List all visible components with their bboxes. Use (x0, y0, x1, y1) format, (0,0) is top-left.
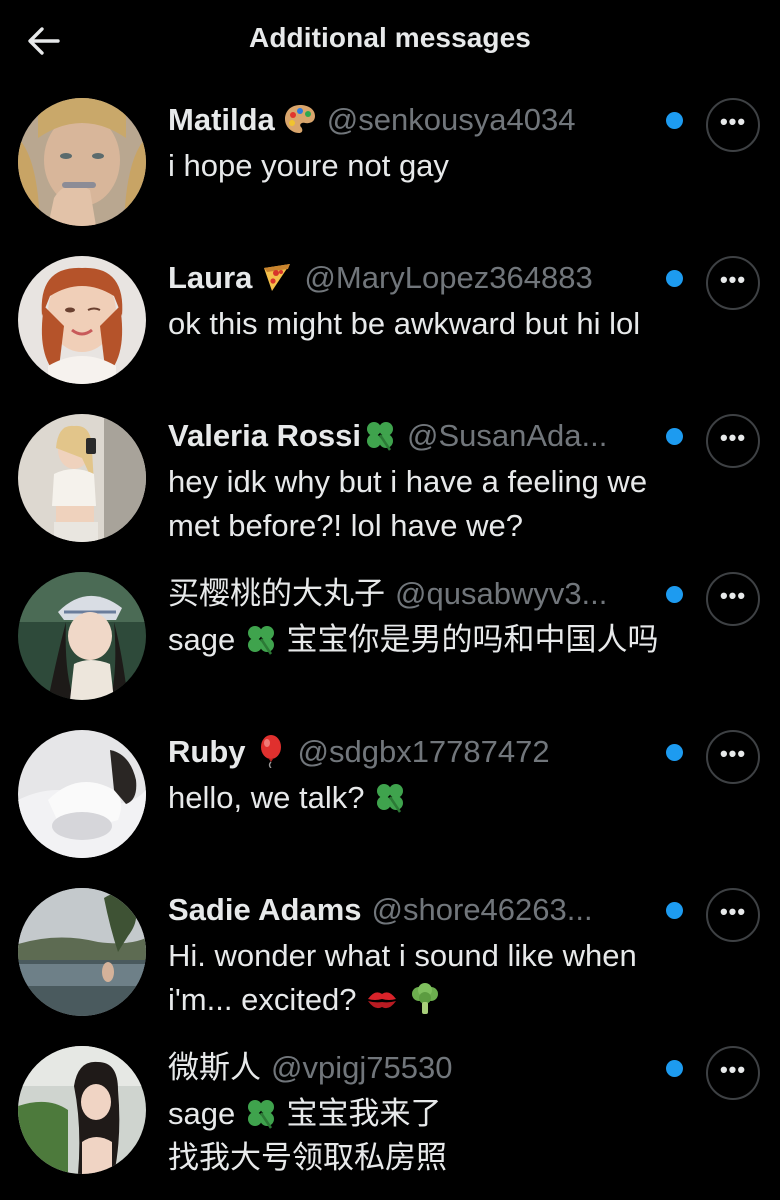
avatar[interactable] (18, 730, 146, 858)
sender-line: Matilda @senkousya4034 (168, 100, 658, 140)
four-leaf-clover-icon (373, 780, 407, 814)
unread-dot (666, 744, 683, 761)
message-text: sage (168, 622, 236, 657)
sender-name: Sadie Adams (168, 892, 362, 927)
four-leaf-clover-icon (244, 622, 278, 656)
message-row[interactable]: 买樱桃的大丸子 @qusabwyv3... sage 宝宝你是男的吗和中国人吗 •… (0, 562, 780, 720)
unread-dot (666, 270, 683, 287)
broccoli-icon (408, 982, 442, 1016)
sender-name: Matilda (168, 102, 275, 137)
sender-name: Valeria Rossi (168, 418, 362, 453)
sender-name: 微斯人 (168, 1050, 261, 1085)
sender-line: Valeria Rossi @SusanAda... (168, 416, 658, 456)
message-preview: ok this might be awkward but hi lol (168, 306, 641, 341)
sender-handle: @vpigj75530 (271, 1050, 453, 1085)
page-title: Additional messages (249, 22, 531, 53)
artist-palette-icon (283, 102, 317, 136)
more-options-button[interactable]: ••• (706, 730, 760, 784)
sender-line: Ruby @sdgbx17787472 (168, 732, 658, 772)
sender-name: Ruby (168, 734, 246, 769)
message-row[interactable]: Matilda @senkousya4034 i hope youre not g… (0, 88, 780, 246)
sender-line: 买樱桃的大丸子 @qusabwyv3... (168, 574, 658, 614)
avatar[interactable] (18, 1046, 146, 1174)
avatar[interactable] (18, 256, 146, 384)
sender-handle: @senkousya4034 (326, 102, 576, 137)
message-preview: sage 宝宝你是男的吗和中国人吗 (168, 618, 668, 662)
message-preview: sage 宝宝我来了找我大号领取私房照 (168, 1092, 668, 1180)
sender-handle: @qusabwyv3... (395, 576, 608, 611)
four-leaf-clover-icon (244, 1096, 278, 1130)
more-options-button[interactable]: ••• (706, 98, 760, 152)
sender-name: Laura (168, 260, 253, 295)
kiss-mark-icon (365, 982, 399, 1016)
message-row[interactable]: Laura @MaryLopez364883 ok this might be a… (0, 246, 780, 404)
sender-line: Sadie Adams @shore46263... (168, 890, 658, 930)
message-row[interactable]: Ruby @sdgbx17787472 hello, we talk? ••• (0, 720, 780, 878)
sender-line: Laura @MaryLopez364883 (168, 258, 658, 298)
message-preview: hey idk why but i have a feeling we met … (168, 464, 648, 543)
message-text: 宝宝你是男的吗和中国人吗 (286, 622, 659, 657)
sender-handle: @shore46263... (371, 892, 593, 927)
message-preview: hello, we talk? (168, 776, 668, 820)
message-text-line2: 找我大号领取私房照 (168, 1140, 447, 1175)
avatar[interactable] (18, 98, 146, 226)
more-options-button[interactable]: ••• (706, 256, 760, 310)
message-preview: i hope youre not gay (168, 148, 449, 183)
unread-dot (666, 1060, 683, 1077)
four-leaf-clover-icon (363, 418, 397, 452)
pizza-icon (260, 260, 294, 294)
avatar[interactable] (18, 414, 146, 542)
sender-line: 微斯人 @vpigj75530 (168, 1048, 658, 1088)
avatar[interactable] (18, 572, 146, 700)
header: Additional messages (0, 0, 780, 82)
message-text: hello, we talk? (168, 780, 365, 815)
message-preview: Hi. wonder what i sound like when i'm...… (168, 934, 668, 1022)
avatar[interactable] (18, 888, 146, 1016)
message-text: sage (168, 1096, 236, 1131)
sender-handle: @MaryLopez364883 (304, 260, 593, 295)
message-row[interactable]: Sadie Adams @shore46263... Hi. wonder wha… (0, 878, 780, 1036)
unread-dot (666, 902, 683, 919)
message-text: 宝宝我来了 (286, 1096, 442, 1131)
more-options-button[interactable]: ••• (706, 1046, 760, 1100)
message-text: Hi. wonder what i sound like when i'm...… (168, 938, 637, 1017)
balloon-icon (254, 734, 288, 768)
more-options-button[interactable]: ••• (706, 414, 760, 468)
sender-name: 买樱桃的大丸子 (168, 576, 385, 611)
more-options-button[interactable]: ••• (706, 572, 760, 626)
sender-handle: @sdgbx17787472 (297, 734, 550, 769)
sender-handle: @SusanAda... (407, 418, 608, 453)
message-row[interactable]: 微斯人 @vpigj75530 sage 宝宝我来了找我大号领取私房照 ••• (0, 1036, 780, 1194)
message-row[interactable]: Valeria Rossi @SusanAda... hey idk why bu… (0, 404, 780, 562)
unread-dot (666, 586, 683, 603)
unread-dot (666, 428, 683, 445)
unread-dot (666, 112, 683, 129)
more-options-button[interactable]: ••• (706, 888, 760, 942)
